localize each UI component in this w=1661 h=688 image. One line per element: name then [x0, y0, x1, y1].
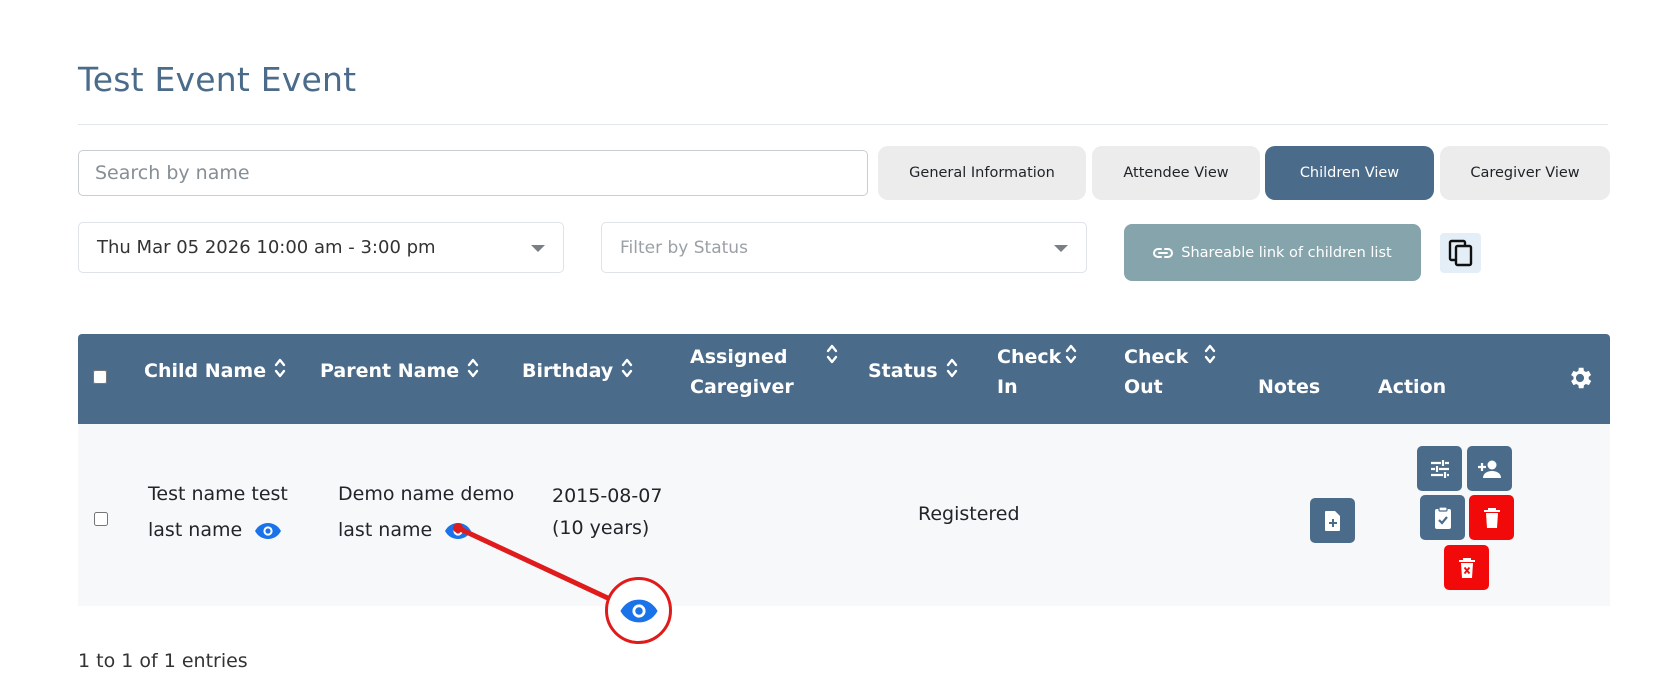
birthday-cell: 2015-08-07 (10 years) [552, 485, 663, 539]
parent-name-text: Demo name demo last name [338, 483, 515, 541]
add-note-button[interactable] [1310, 498, 1355, 543]
date-select-value: Thu Mar 05 2026 10:00 am - 3:00 pm [97, 237, 436, 258]
annotation-circle [605, 577, 672, 644]
sort-icon [826, 344, 838, 364]
column-child-name[interactable]: Child Name [144, 356, 286, 386]
column-birthday[interactable]: Birthday [522, 356, 633, 386]
assign-caregiver-button[interactable] [1467, 446, 1512, 491]
adjust-settings-button[interactable] [1417, 446, 1462, 491]
link-icon [1153, 247, 1174, 258]
eye-icon[interactable] [444, 522, 472, 540]
check-in-button[interactable] [1420, 495, 1465, 540]
status-select-placeholder: Filter by Status [620, 237, 748, 258]
title-divider [78, 124, 1608, 125]
chevron-down-icon [531, 245, 545, 252]
sort-icon [467, 358, 479, 378]
tab-caregiver-view[interactable]: Caregiver View [1440, 146, 1610, 200]
gear-icon[interactable] [1566, 364, 1594, 392]
parent-name-cell: Demo name demo last name [338, 476, 518, 548]
column-parent-name[interactable]: Parent Name [320, 356, 479, 386]
trash-x-icon [1458, 557, 1475, 578]
clipboard-check-icon [1434, 505, 1451, 529]
chevron-down-icon [1054, 245, 1068, 252]
column-notes: Notes [1258, 376, 1321, 398]
status-select[interactable]: Filter by Status [601, 222, 1087, 273]
select-all-checkbox[interactable] [93, 370, 107, 384]
sort-icon [274, 358, 286, 378]
column-check-in[interactable]: Check In [997, 342, 1077, 402]
column-status[interactable]: Status [868, 356, 958, 386]
eye-icon[interactable] [254, 522, 282, 540]
column-check-out[interactable]: Check Out [1124, 342, 1216, 402]
tab-general-information[interactable]: General Information [878, 146, 1086, 200]
status-cell: Registered [918, 503, 1020, 525]
note-add-icon [1324, 510, 1340, 531]
tab-attendee-view[interactable]: Attendee View [1092, 146, 1260, 200]
copy-button[interactable] [1440, 233, 1481, 273]
delete-button[interactable] [1469, 495, 1514, 540]
date-select[interactable]: Thu Mar 05 2026 10:00 am - 3:00 pm [78, 222, 564, 273]
trash-icon [1483, 507, 1500, 528]
remove-button[interactable] [1444, 545, 1489, 590]
sort-icon [1065, 344, 1077, 364]
tab-children-view[interactable]: Children View [1265, 146, 1434, 200]
sliders-icon [1430, 459, 1449, 478]
sort-icon [622, 358, 633, 378]
page-title: Test Event Event [78, 60, 357, 99]
shareable-link-label: Shareable link of children list [1181, 244, 1392, 261]
shareable-link-button[interactable]: Shareable link of children list [1124, 224, 1421, 281]
search-input[interactable] [78, 150, 868, 196]
child-name-cell: Test name test last name [148, 476, 298, 548]
sort-icon [1204, 344, 1216, 364]
row-checkbox[interactable] [94, 512, 108, 526]
column-assigned-caregiver[interactable]: Assigned Caregiver [690, 342, 838, 402]
table-header: Child Name Parent Name Birthday Assigned… [78, 334, 1610, 424]
eye-icon [619, 599, 658, 622]
copy-icon [1448, 239, 1472, 267]
table-row: Test name test last name Demo name demo … [78, 424, 1610, 606]
column-action: Action [1378, 376, 1447, 398]
sort-icon [946, 358, 957, 378]
person-add-icon [1477, 460, 1501, 478]
entries-summary: 1 to 1 of 1 entries [78, 650, 248, 672]
